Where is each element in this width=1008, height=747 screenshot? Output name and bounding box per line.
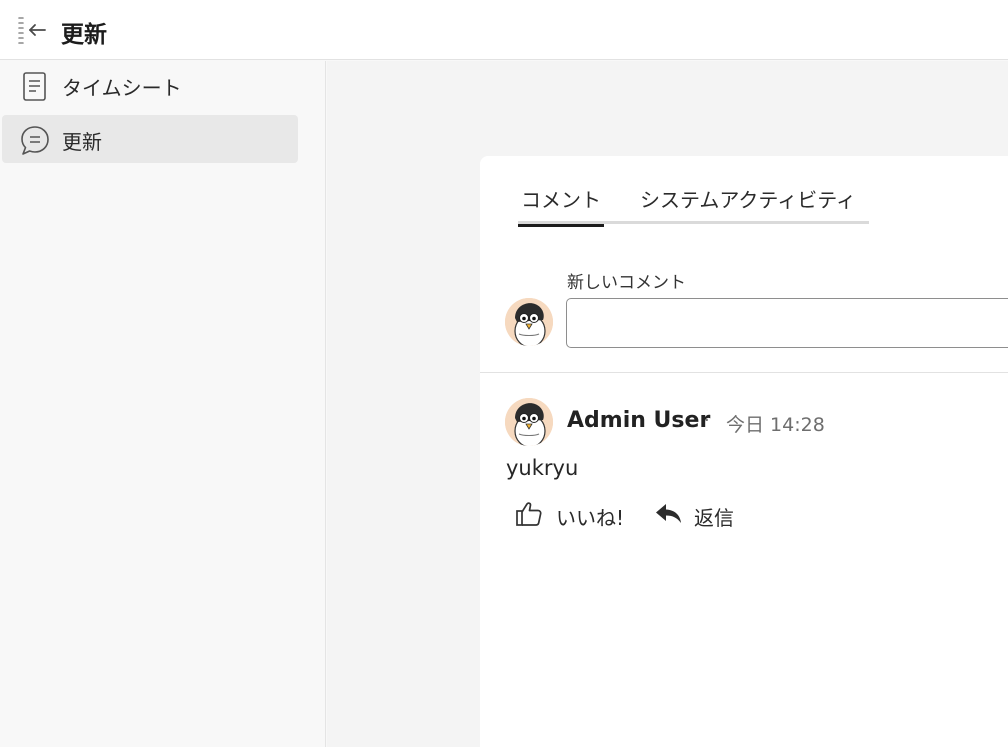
sidebar-collapse-icon[interactable] — [16, 16, 48, 46]
comment-timestamp: 今日 14:28 — [726, 414, 825, 436]
tab-system-activity[interactable]: システムアクティビティ — [640, 184, 856, 224]
page-title: 更新 — [61, 22, 107, 48]
reply-arrow-icon — [654, 500, 684, 528]
new-comment-label: 新しいコメント — [567, 273, 686, 293]
comment-body: yukryu — [506, 456, 579, 480]
like-button[interactable]: いいね! — [514, 496, 634, 532]
divider — [480, 372, 1008, 373]
reply-label: 返信 — [694, 506, 734, 530]
sidebar: タイムシート 更新 — [0, 61, 326, 747]
tab-bar: コメント システムアクティビティ — [518, 184, 869, 227]
sidebar-item-timesheet[interactable]: タイムシート — [2, 61, 298, 109]
avatar — [505, 298, 553, 346]
thumbs-up-icon — [514, 500, 544, 528]
comments-panel: コメント システムアクティビティ 新しいコメント Admin User · 今日… — [480, 156, 1008, 747]
document-icon — [18, 69, 52, 103]
avatar — [505, 398, 553, 446]
top-bar: 更新 — [0, 0, 1008, 60]
comment-separator: · — [704, 410, 710, 431]
sidebar-item-updates[interactable]: 更新 — [2, 115, 298, 163]
comment-author: Admin User — [567, 408, 711, 433]
sidebar-item-label: 更新 — [62, 130, 102, 154]
new-comment-input[interactable] — [566, 298, 1008, 348]
chat-bubble-icon — [18, 123, 52, 157]
sidebar-item-label: タイムシート — [62, 76, 182, 100]
tab-comments[interactable]: コメント — [518, 184, 604, 227]
reply-button[interactable]: 返信 — [654, 496, 754, 532]
like-label: いいね! — [556, 506, 625, 530]
